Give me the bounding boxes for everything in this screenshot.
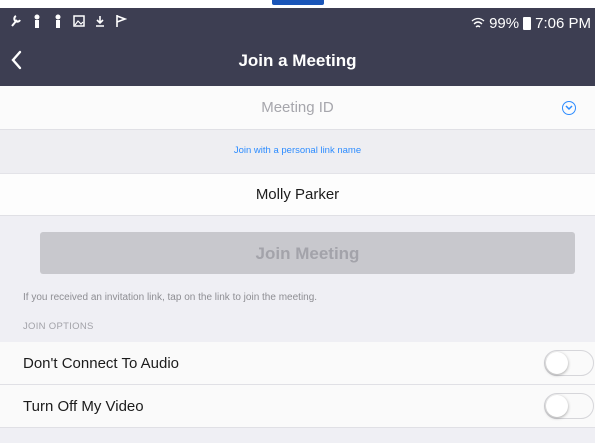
- wrench-icon: [10, 14, 22, 31]
- person-icon: [52, 14, 64, 31]
- meeting-history-dropdown[interactable]: [562, 101, 576, 115]
- toggle-knob: [546, 352, 568, 374]
- personal-link-row: Join with a personal link name: [0, 130, 595, 174]
- personal-link-name-link[interactable]: Join with a personal link name: [0, 145, 595, 156]
- top-accent-bar: [272, 0, 324, 5]
- person-icon: [31, 14, 43, 31]
- audio-option-row: Don't Connect To Audio: [0, 342, 595, 385]
- video-option-label: Turn Off My Video: [23, 398, 144, 415]
- clock: 7:06 PM: [535, 15, 591, 32]
- audio-option-label: Don't Connect To Audio: [23, 355, 180, 372]
- toggle-knob: [546, 395, 568, 417]
- image-icon: [73, 14, 85, 31]
- display-name-input[interactable]: Molly Parker: [0, 174, 595, 216]
- invitation-hint: If you received an invitation link, tap …: [23, 292, 318, 303]
- status-bar: 99% 7:06 PM: [0, 8, 595, 38]
- nav-bar: Join a Meeting: [0, 42, 595, 82]
- battery-level: 99%: [489, 15, 520, 32]
- download-icon: [94, 14, 106, 31]
- join-options-header: JOIN OPTIONS: [23, 321, 94, 332]
- video-option-row: Turn Off My Video: [0, 385, 595, 428]
- status-icons: [10, 14, 128, 31]
- battery-icon: [523, 17, 532, 30]
- flag-icon: [115, 14, 128, 31]
- app-header: 99% 7:06 PM Join a Meeting: [0, 8, 595, 86]
- audio-toggle[interactable]: [544, 350, 594, 376]
- wifi-icon: [471, 17, 485, 28]
- meeting-id-input[interactable]: Meeting ID: [0, 86, 595, 130]
- page-title: Join a Meeting: [238, 51, 357, 70]
- join-meeting-label: Join Meeting: [255, 244, 360, 263]
- chevron-down-icon: [565, 105, 573, 111]
- video-toggle[interactable]: [544, 393, 594, 419]
- meeting-id-placeholder: Meeting ID: [261, 99, 334, 116]
- status-right: 99% 7:06 PM: [471, 15, 591, 32]
- display-name-value: Molly Parker: [255, 186, 340, 203]
- join-meeting-button[interactable]: Join Meeting: [40, 232, 575, 274]
- top-strip: [0, 0, 595, 8]
